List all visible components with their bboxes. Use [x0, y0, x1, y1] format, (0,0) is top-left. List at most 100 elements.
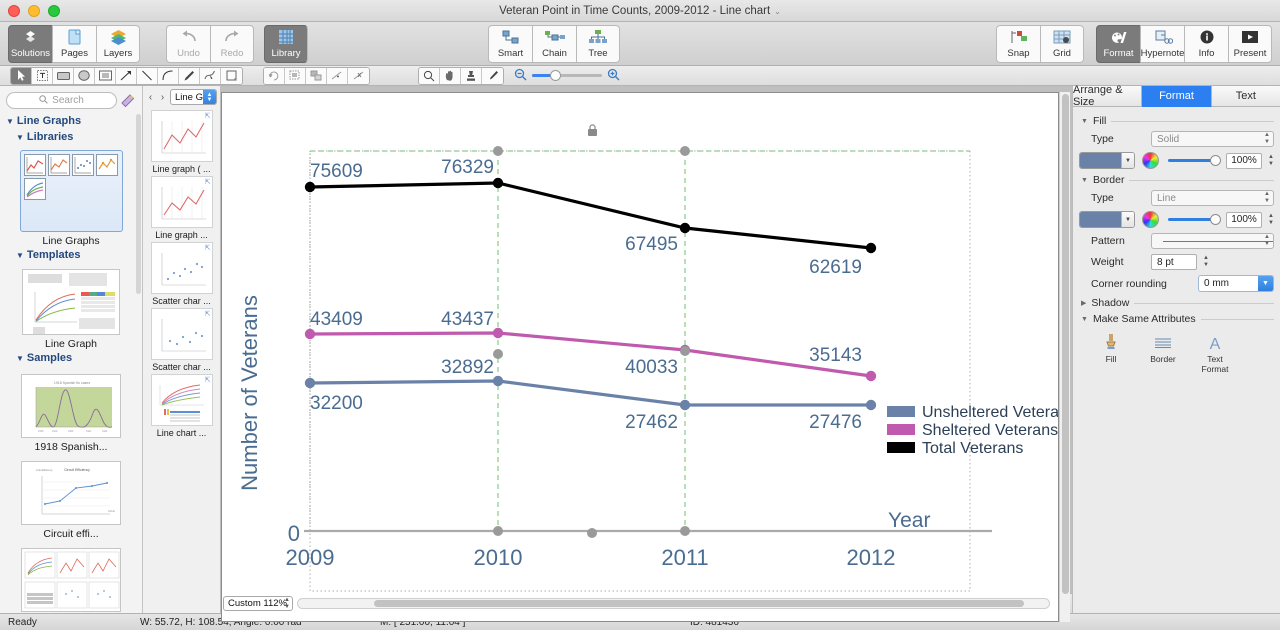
chevron-down-icon[interactable]: ▼	[1258, 276, 1273, 291]
chain-connector-button[interactable]: Chain	[532, 24, 576, 63]
tab-text[interactable]: Text	[1211, 86, 1280, 107]
border-opacity-value[interactable]: 100%	[1226, 211, 1263, 228]
shadow-group-header[interactable]: ▶ Shadow	[1081, 297, 1274, 309]
chevron-right-icon[interactable]: ›	[158, 92, 167, 103]
redo-button[interactable]: Redo	[210, 24, 254, 63]
fill-type-select[interactable]: Solid ▲ ▼	[1151, 131, 1274, 147]
layers-button[interactable]: Layers	[96, 24, 140, 63]
canvas-vertical-scroll-thumb[interactable]	[1062, 94, 1069, 594]
zoom-stepper-icon[interactable]: ▲ ▼	[284, 597, 290, 611]
sidebar-section-libraries[interactable]: ▼ Libraries	[0, 129, 142, 145]
border-opacity-stepper-icon[interactable]: ▲ ▼	[1268, 213, 1274, 227]
arrow-tool[interactable]	[116, 67, 137, 84]
solutions-button[interactable]: Solutions	[8, 24, 52, 63]
zoom-slider-group[interactable]	[514, 68, 620, 84]
library-list-item[interactable]: ⇱ Scatter char ...	[143, 242, 220, 306]
magic-wand-icon[interactable]	[120, 92, 136, 109]
tree-connector-button[interactable]: Tree	[576, 24, 620, 63]
disclosure-down-icon[interactable]: ▼	[16, 354, 24, 363]
zoom-level-select[interactable]: Custom 112% ▲ ▼	[223, 596, 293, 611]
bezier-tool[interactable]	[200, 67, 221, 84]
border-weight-stepper-icon[interactable]: ▲ ▼	[1203, 255, 1209, 269]
border-opacity-track[interactable]	[1168, 214, 1222, 225]
chevron-down-icon[interactable]: ▼	[1121, 153, 1134, 168]
tab-arrange-size[interactable]: Arrange & Size	[1073, 84, 1143, 108]
hypernote-button[interactable]: Hypernote	[1140, 24, 1184, 63]
border-pattern-select[interactable]: ▲ ▼	[1151, 233, 1274, 249]
smart-connector-button[interactable]: Smart	[488, 24, 532, 63]
disclosure-down-icon[interactable]: ▼	[1081, 177, 1088, 184]
library-selector[interactable]: Line G... ▲ ▼	[170, 89, 217, 105]
search-input[interactable]: Search	[6, 92, 117, 109]
border-opacity-slider[interactable]	[1168, 214, 1222, 225]
ungroup-tool[interactable]	[306, 67, 327, 84]
snap-button[interactable]: Snap	[996, 24, 1040, 63]
note-tool[interactable]	[221, 67, 242, 84]
line-chart[interactable]: 75609 76329 67495 62619 43409 43437 4003…	[222, 93, 1059, 622]
template-thumbnail-line-graph[interactable]	[22, 269, 120, 335]
library-list-item[interactable]: ⇱ Line graph ...	[143, 176, 220, 240]
library-button[interactable]: Library	[264, 24, 308, 63]
make-same-text-format-button[interactable]: A Text Format	[1197, 333, 1233, 374]
minimize-button[interactable]	[28, 5, 40, 17]
fill-opacity-slider[interactable]	[1168, 155, 1222, 166]
make-same-group-header[interactable]: ▼ Make Same Attributes	[1081, 313, 1274, 325]
zoom-slider-knob[interactable]	[550, 70, 561, 81]
rotate-tool[interactable]	[264, 67, 285, 84]
disclosure-down-icon[interactable]: ▼	[6, 117, 14, 126]
fill-opacity-knob[interactable]	[1210, 155, 1222, 166]
library-preview-box[interactable]	[19, 150, 123, 232]
sample-thumbnail-collection[interactable]	[21, 548, 121, 612]
present-button[interactable]: Present	[1228, 24, 1272, 63]
canvas-horizontal-scrollbar[interactable]	[297, 598, 1050, 609]
fill-opacity-stepper-icon[interactable]: ▲ ▼	[1268, 154, 1274, 168]
pages-button[interactable]: Pages	[52, 24, 96, 63]
sidebar-scrollbar[interactable]	[136, 114, 141, 294]
library-list-item[interactable]: ⇱ Line chart ...	[143, 374, 220, 438]
canvas-vertical-scrollbar[interactable]	[1059, 92, 1070, 622]
border-opacity-knob[interactable]	[1210, 214, 1222, 225]
corner-rounding-select[interactable]: 0 mm ▼	[1198, 275, 1274, 292]
disclosure-down-icon[interactable]: ▼	[16, 133, 24, 142]
disclosure-down-icon[interactable]: ▼	[16, 251, 24, 260]
disconnect-tool[interactable]	[348, 67, 369, 84]
border-group-header[interactable]: ▼ Border	[1081, 174, 1274, 186]
maximize-button[interactable]	[48, 5, 60, 17]
sidebar-root-line-graphs[interactable]: ▼ Line Graphs	[0, 113, 142, 129]
line-tool[interactable]	[137, 67, 158, 84]
text-box-tool[interactable]	[32, 67, 53, 84]
chevron-down-icon[interactable]: ▼	[1121, 212, 1134, 227]
sidebar-section-samples[interactable]: ▼ Samples	[0, 350, 142, 366]
border-color-wheel-icon[interactable]	[1142, 211, 1159, 228]
title-chevron-down-icon[interactable]: ⌄	[774, 7, 781, 16]
stepper-icon[interactable]: ▲ ▼	[1264, 132, 1270, 146]
pen-tool[interactable]	[179, 67, 200, 84]
border-type-select[interactable]: Line ▲ ▼	[1151, 190, 1274, 206]
undo-button[interactable]: Undo	[166, 24, 210, 63]
library-list-item[interactable]: ⇱ Line graph ( ...	[143, 110, 220, 174]
border-color-well[interactable]: ▼	[1079, 211, 1135, 228]
window-controls[interactable]	[8, 5, 60, 17]
frame-tool[interactable]	[95, 67, 116, 84]
pointer-tool[interactable]	[11, 67, 32, 84]
hand-tool[interactable]	[440, 67, 461, 84]
canvas-scroll-viewport[interactable]: 75609 76329 67495 62619 43409 43437 4003…	[221, 86, 1072, 622]
eyedropper-tool[interactable]	[482, 67, 503, 84]
info-button[interactable]: Info	[1184, 24, 1228, 63]
zoom-in-icon[interactable]	[607, 68, 620, 84]
make-same-fill-button[interactable]: Fill	[1093, 333, 1129, 374]
fill-group-header[interactable]: ▼ Fill	[1081, 115, 1274, 127]
stamp-tool[interactable]	[461, 67, 482, 84]
library-selector-stepper-icon[interactable]: ▲ ▼	[203, 90, 216, 104]
disclosure-down-icon[interactable]: ▼	[1081, 316, 1088, 323]
stepper-icon[interactable]: ▲ ▼	[1264, 234, 1270, 248]
zoom-slider-track[interactable]	[532, 70, 602, 81]
connect-tool[interactable]	[327, 67, 348, 84]
disclosure-right-icon[interactable]: ▶	[1081, 299, 1086, 307]
fill-opacity-track[interactable]	[1168, 155, 1222, 166]
close-button[interactable]	[8, 5, 20, 17]
make-same-border-button[interactable]: Border	[1145, 333, 1181, 374]
library-list-item[interactable]: ⇱ Scatter char ...	[143, 308, 220, 372]
tab-format[interactable]: Format	[1142, 86, 1212, 107]
sample-thumbnail-circuit-efficiency[interactable]: Circuit Efficiency Link Efficiency Circu…	[21, 461, 121, 525]
